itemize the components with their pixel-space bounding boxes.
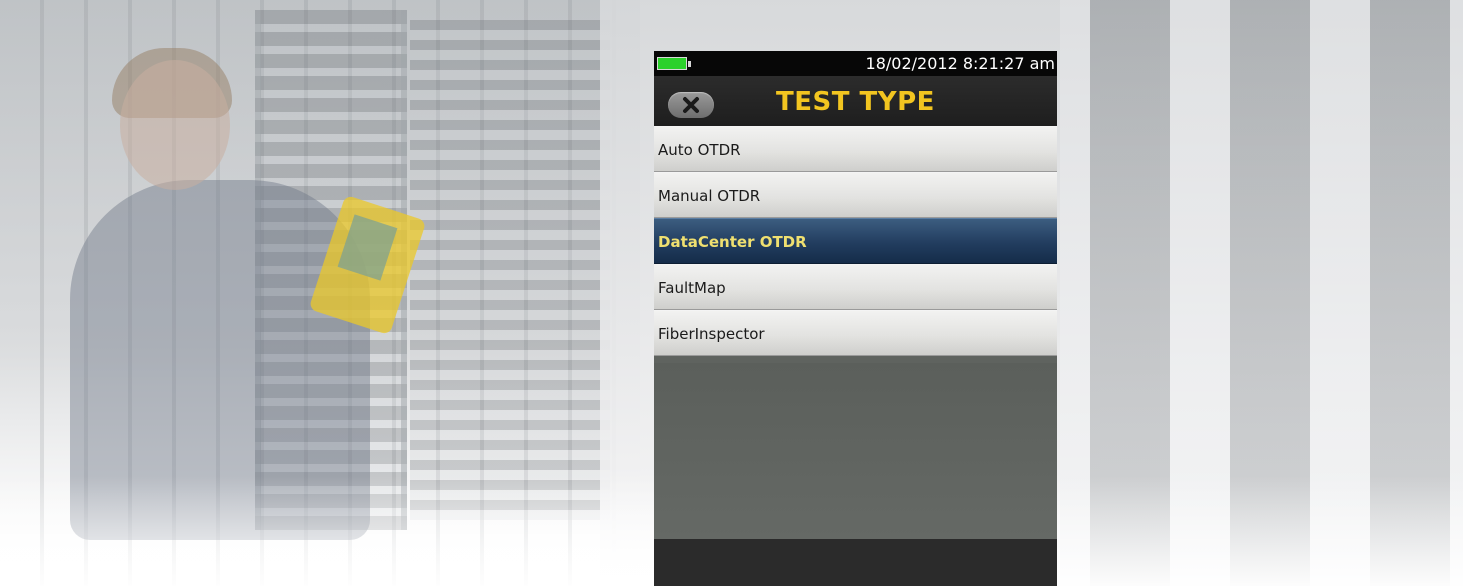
menu-item-auto-otdr[interactable]: Auto OTDR xyxy=(654,126,1057,172)
technician-head xyxy=(120,60,230,190)
empty-list-area xyxy=(654,363,1057,539)
menu-item-faultmap[interactable]: FaultMap xyxy=(654,264,1057,310)
server-rack xyxy=(410,20,610,520)
scene: 18/02/2012 8:21:27 am TEST TYPE Auto OTD… xyxy=(0,0,1463,586)
test-type-menu: Auto OTDR Manual OTDR DataCenter OTDR Fa… xyxy=(654,126,1057,356)
datetime: 18/02/2012 8:21:27 am xyxy=(865,54,1055,73)
status-bar: 18/02/2012 8:21:27 am xyxy=(654,51,1057,76)
page-title: TEST TYPE xyxy=(776,87,935,117)
title-bar: TEST TYPE xyxy=(654,76,1057,126)
battery-tip xyxy=(688,61,691,67)
device-screen: 18/02/2012 8:21:27 am TEST TYPE Auto OTD… xyxy=(654,51,1057,586)
menu-item-datacenter-otdr[interactable]: DataCenter OTDR xyxy=(654,218,1057,264)
battery-icon xyxy=(657,57,687,70)
bottom-softkey-bar xyxy=(654,539,1057,586)
menu-item-manual-otdr[interactable]: Manual OTDR xyxy=(654,172,1057,218)
menu-item-fiberinspector[interactable]: FiberInspector xyxy=(654,310,1057,356)
